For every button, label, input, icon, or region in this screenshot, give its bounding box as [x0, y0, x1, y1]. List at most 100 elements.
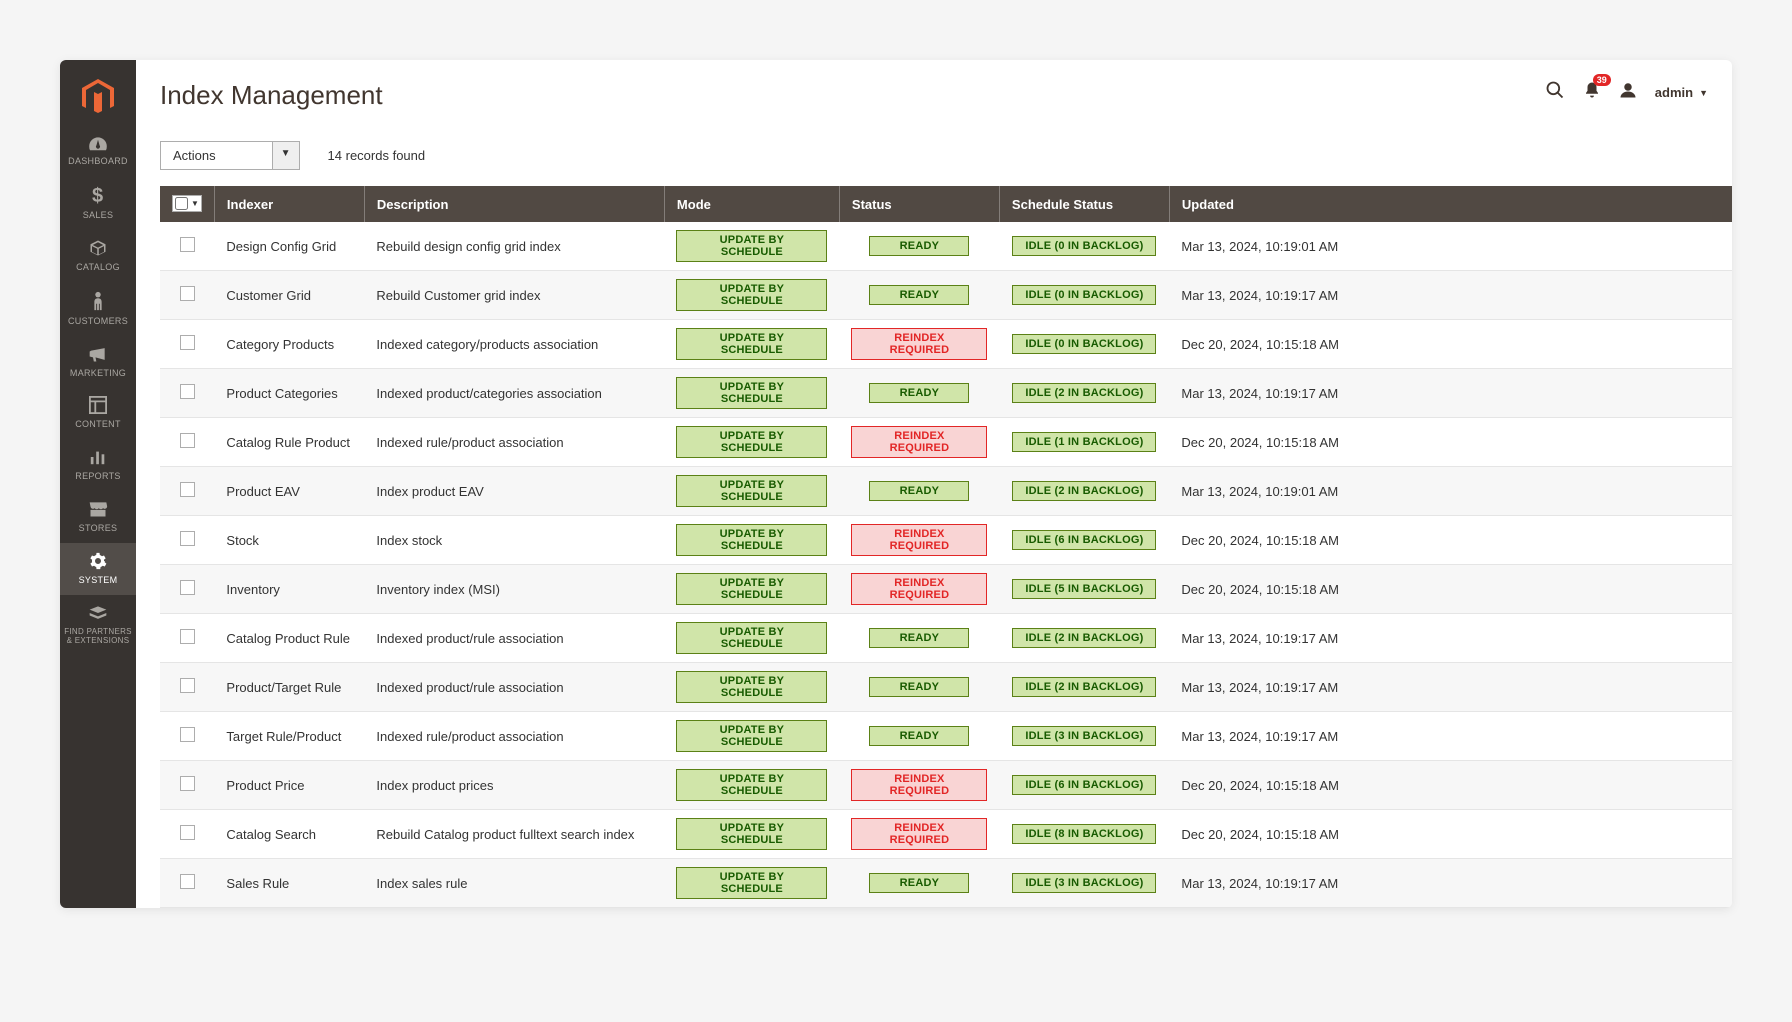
- cell-description: Rebuild design config grid index: [364, 222, 664, 271]
- mode-badge: UPDATE BY SCHEDULE: [676, 328, 827, 360]
- mode-badge: UPDATE BY SCHEDULE: [676, 377, 827, 409]
- records-count: 14 records found: [328, 148, 426, 163]
- user-menu[interactable]: admin ▼: [1655, 85, 1708, 100]
- gear-icon: [64, 552, 132, 573]
- status-badge: READY: [869, 726, 969, 746]
- sidebar-item-reports[interactable]: REPORTS: [60, 439, 136, 491]
- row-checkbox[interactable]: [180, 237, 195, 252]
- status-badge: READY: [869, 285, 969, 305]
- row-checkbox[interactable]: [180, 629, 195, 644]
- mode-badge: UPDATE BY SCHEDULE: [676, 426, 827, 458]
- table-row: Sales RuleIndex sales ruleUPDATE BY SCHE…: [160, 859, 1732, 908]
- actions-toggle[interactable]: ▼: [273, 141, 300, 170]
- header-status[interactable]: Status: [839, 186, 999, 222]
- sidebar-item-stores[interactable]: STORES: [60, 491, 136, 543]
- header-updated[interactable]: Updated: [1169, 186, 1732, 222]
- schedule-badge: IDLE (0 IN BACKLOG): [1012, 236, 1156, 256]
- mode-badge: UPDATE BY SCHEDULE: [676, 818, 827, 850]
- row-checkbox[interactable]: [180, 335, 195, 350]
- cell-updated: Dec 20, 2024, 10:15:18 AM: [1169, 418, 1732, 467]
- row-checkbox[interactable]: [180, 580, 195, 595]
- cell-updated: Dec 20, 2024, 10:15:18 AM: [1169, 516, 1732, 565]
- sidebar-item-label: DASHBOARD: [64, 157, 132, 167]
- row-checkbox[interactable]: [180, 433, 195, 448]
- sidebar-item-catalog[interactable]: CATALOG: [60, 230, 136, 282]
- user-icon[interactable]: [1619, 81, 1637, 104]
- table-row: Catalog SearchRebuild Catalog product fu…: [160, 810, 1732, 859]
- row-checkbox[interactable]: [180, 384, 195, 399]
- table-row: Design Config GridRebuild design config …: [160, 222, 1732, 271]
- row-checkbox[interactable]: [180, 776, 195, 791]
- table-row: Product PriceIndex product pricesUPDATE …: [160, 761, 1732, 810]
- mode-badge: UPDATE BY SCHEDULE: [676, 230, 827, 262]
- status-badge: READY: [869, 236, 969, 256]
- row-checkbox[interactable]: [180, 874, 195, 889]
- row-checkbox[interactable]: [180, 531, 195, 546]
- cell-indexer: Stock: [214, 516, 364, 565]
- cell-updated: Mar 13, 2024, 10:19:17 AM: [1169, 859, 1732, 908]
- cell-description: Indexed product/categories association: [364, 369, 664, 418]
- status-badge: READY: [869, 481, 969, 501]
- schedule-badge: IDLE (6 IN BACKLOG): [1012, 775, 1156, 795]
- schedule-badge: IDLE (8 IN BACKLOG): [1012, 824, 1156, 844]
- cell-updated: Dec 20, 2024, 10:15:18 AM: [1169, 810, 1732, 859]
- table-row: Category ProductsIndexed category/produc…: [160, 320, 1732, 369]
- cell-description: Index sales rule: [364, 859, 664, 908]
- schedule-badge: IDLE (0 IN BACKLOG): [1012, 285, 1156, 305]
- row-checkbox[interactable]: [180, 482, 195, 497]
- notifications-badge: 39: [1593, 74, 1611, 86]
- header-mode[interactable]: Mode: [664, 186, 839, 222]
- cell-description: Index product prices: [364, 761, 664, 810]
- dollar-icon: $: [64, 185, 132, 208]
- sidebar-item-label: SYSTEM: [64, 576, 132, 586]
- header-checkbox-col: ▼: [160, 186, 214, 222]
- cell-indexer: Inventory: [214, 565, 364, 614]
- actions-dropdown[interactable]: Actions ▼: [160, 141, 300, 170]
- row-checkbox[interactable]: [180, 286, 195, 301]
- magento-logo[interactable]: [79, 78, 117, 116]
- sidebar-item-customers[interactable]: CUSTOMERS: [60, 282, 136, 336]
- svg-text:$: $: [92, 185, 103, 205]
- sidebar-item-system[interactable]: SYSTEM: [60, 543, 136, 595]
- page-title: Index Management: [160, 80, 1545, 111]
- cell-updated: Dec 20, 2024, 10:15:18 AM: [1169, 761, 1732, 810]
- schedule-badge: IDLE (2 IN BACKLOG): [1012, 628, 1156, 648]
- status-badge: READY: [869, 873, 969, 893]
- cell-indexer: Product Price: [214, 761, 364, 810]
- table-row: InventoryInventory index (MSI)UPDATE BY …: [160, 565, 1732, 614]
- sidebar-item-marketing[interactable]: MARKETING: [60, 336, 136, 388]
- schedule-badge: IDLE (5 IN BACKLOG): [1012, 579, 1156, 599]
- header-indexer[interactable]: Indexer: [214, 186, 364, 222]
- sidebar-item-content[interactable]: CONTENT: [60, 387, 136, 439]
- row-checkbox[interactable]: [180, 727, 195, 742]
- sidebar-item-sales[interactable]: $ SALES: [60, 176, 136, 230]
- header-schedule[interactable]: Schedule Status: [999, 186, 1169, 222]
- box-icon: [64, 239, 132, 260]
- chevron-down-icon: ▼: [191, 199, 199, 208]
- sidebar-item-find-partners-extensions[interactable]: FIND PARTNERS & EXTENSIONS: [60, 595, 136, 655]
- actions-label[interactable]: Actions: [160, 141, 273, 170]
- status-badge: READY: [869, 677, 969, 697]
- store-icon: [64, 500, 132, 521]
- cell-description: Indexed rule/product association: [364, 418, 664, 467]
- schedule-badge: IDLE (2 IN BACKLOG): [1012, 383, 1156, 403]
- sidebar-item-label: SALES: [64, 211, 132, 221]
- mode-badge: UPDATE BY SCHEDULE: [676, 524, 827, 556]
- sidebar-item-dashboard[interactable]: DASHBOARD: [60, 126, 136, 176]
- cell-description: Index product EAV: [364, 467, 664, 516]
- status-badge: REINDEX REQUIRED: [851, 426, 987, 458]
- cell-indexer: Catalog Search: [214, 810, 364, 859]
- header-description[interactable]: Description: [364, 186, 664, 222]
- cell-indexer: Product EAV: [214, 467, 364, 516]
- search-icon[interactable]: [1545, 80, 1565, 105]
- notifications-icon[interactable]: 39: [1583, 81, 1601, 104]
- row-checkbox[interactable]: [180, 825, 195, 840]
- select-all-checkbox[interactable]: ▼: [172, 195, 202, 212]
- table-row: Product EAVIndex product EAVUPDATE BY SC…: [160, 467, 1732, 516]
- sidebar-item-label: FIND PARTNERS & EXTENSIONS: [64, 628, 132, 646]
- row-checkbox[interactable]: [180, 678, 195, 693]
- cell-indexer: Category Products: [214, 320, 364, 369]
- layout-icon: [64, 396, 132, 417]
- table-row: Product CategoriesIndexed product/catego…: [160, 369, 1732, 418]
- cell-description: Index stock: [364, 516, 664, 565]
